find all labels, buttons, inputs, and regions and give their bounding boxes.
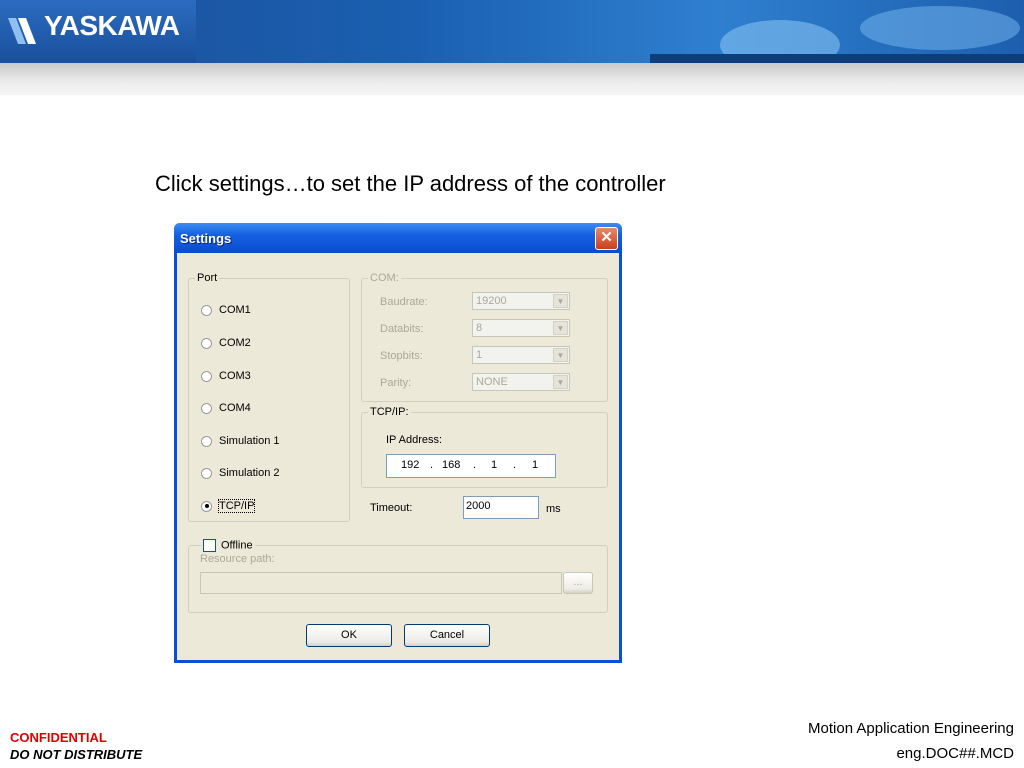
chevron-down-icon: ▼	[553, 375, 568, 389]
timeout-input[interactable]: 2000	[463, 496, 539, 519]
databits-value: 8	[476, 322, 483, 334]
stopbits-value: 1	[476, 349, 483, 361]
parity-row: Parity: NONE ▼	[380, 373, 580, 393]
browse-button[interactable]: ...	[563, 572, 593, 594]
dialog-title: Settings	[180, 231, 232, 246]
offline-legend[interactable]: Offline	[201, 539, 255, 552]
document-id: eng.DOC##.MCD	[896, 745, 1014, 762]
ip-octet-1[interactable]: 192	[401, 459, 419, 471]
radio-com2[interactable]: COM2	[201, 335, 251, 351]
stopbits-label: Stopbits:	[380, 350, 423, 362]
chevron-down-icon: ▼	[553, 348, 568, 362]
radio-com3[interactable]: COM3	[201, 368, 251, 384]
offline-group: Offline Resource path: ...	[188, 539, 608, 613]
ip-dot: .	[430, 459, 434, 471]
radio-button[interactable]	[201, 337, 212, 349]
close-button[interactable]: ✕	[595, 227, 618, 250]
radio-label: COM2	[219, 337, 251, 349]
logo-text: YASKAWA	[44, 10, 180, 41]
radio-button[interactable]	[201, 467, 212, 479]
radio-label: TCP/IP	[217, 499, 256, 513]
parity-value: NONE	[476, 376, 508, 388]
close-icon: ✕	[600, 229, 613, 246]
baudrate-label: Baudrate:	[380, 296, 428, 308]
banner-decoration	[650, 54, 1024, 63]
com-group: COM: Baudrate: 19200 ▼ Databits: 8 ▼ Stopb…	[361, 272, 608, 402]
stopbits-row: Stopbits: 1 ▼	[380, 346, 580, 366]
header-banner: YASKAWA	[0, 0, 1024, 63]
resource-path-input[interactable]	[200, 572, 562, 594]
tcpip-legend: TCP/IP:	[370, 406, 409, 418]
radio-simulation-2[interactable]: Simulation 2	[201, 465, 280, 481]
baudrate-select[interactable]: 19200 ▼	[472, 292, 570, 310]
logo: YASKAWA	[0, 0, 196, 63]
resource-path-label: Resource path:	[200, 553, 275, 565]
radio-tcpip[interactable]: TCP/IP	[201, 498, 256, 514]
radio-button[interactable]	[201, 435, 212, 447]
instruction-text: Click settings…to set the IP address of …	[155, 171, 666, 196]
confidential-label: CONFIDENTIAL	[10, 730, 107, 745]
chevron-down-icon: ▼	[553, 321, 568, 335]
dialog-titlebar[interactable]: Settings ✕	[174, 223, 622, 253]
radio-com1[interactable]: COM1	[201, 302, 251, 318]
radio-button[interactable]	[201, 370, 212, 382]
ip-dot: .	[473, 459, 477, 471]
databits-label: Databits:	[380, 323, 424, 335]
chevron-down-icon: ▼	[553, 294, 568, 308]
ip-octet-4[interactable]: 1	[532, 459, 538, 471]
banner-decoration	[860, 6, 1020, 50]
radio-label: COM3	[219, 370, 251, 382]
offline-checkbox[interactable]	[203, 539, 216, 552]
parity-select[interactable]: NONE ▼	[472, 373, 570, 391]
port-legend: Port	[197, 272, 218, 284]
ip-octet-3[interactable]: 1	[491, 459, 497, 471]
ip-address-label: IP Address:	[386, 434, 443, 446]
radio-button[interactable]	[201, 402, 212, 414]
radio-com4[interactable]: COM4	[201, 400, 251, 416]
radio-label: COM4	[219, 402, 251, 414]
stopbits-select[interactable]: 1 ▼	[472, 346, 570, 364]
radio-simulation-1[interactable]: Simulation 1	[201, 433, 280, 449]
timeout-value: 2000	[466, 500, 491, 512]
ip-address-input[interactable]: 192 . 168 . 1 . 1	[386, 454, 556, 478]
ip-octet-2[interactable]: 168	[442, 459, 460, 471]
tcpip-group: TCP/IP: IP Address: 192 . 168 . 1 . 1	[361, 406, 608, 488]
timeout-unit: ms	[546, 503, 561, 515]
do-not-distribute-label: DO NOT DISTRIBUTE	[10, 747, 143, 762]
baudrate-value: 19200	[476, 295, 507, 307]
radio-label: Simulation 2	[219, 467, 280, 479]
databits-select[interactable]: 8 ▼	[472, 319, 570, 337]
radio-button-checked[interactable]	[201, 500, 212, 512]
dialog-client: Port COM1 COM2 COM3 COM4 Simulation 1 Si…	[177, 253, 619, 660]
timeout-label: Timeout:	[370, 502, 413, 514]
com-legend: COM:	[370, 272, 399, 284]
yaskawa-logo-icon	[8, 18, 36, 44]
department-label: Motion Application Engineering	[808, 720, 1014, 737]
cancel-button[interactable]: Cancel	[404, 624, 490, 647]
radio-label: COM1	[219, 304, 251, 316]
ip-dot: .	[513, 459, 517, 471]
parity-label: Parity:	[380, 377, 412, 389]
settings-dialog: Settings ✕ Port COM1 COM2 COM3 COM4 Simu…	[174, 223, 622, 663]
ok-button[interactable]: OK	[306, 624, 392, 647]
radio-button[interactable]	[201, 304, 212, 316]
baudrate-row: Baudrate: 19200 ▼	[380, 292, 580, 312]
radio-label: Simulation 1	[219, 435, 280, 447]
header-subbar	[0, 63, 1024, 95]
databits-row: Databits: 8 ▼	[380, 319, 580, 339]
port-group: Port COM1 COM2 COM3 COM4 Simulation 1 Si…	[188, 272, 350, 522]
offline-label: Offline	[221, 539, 253, 552]
